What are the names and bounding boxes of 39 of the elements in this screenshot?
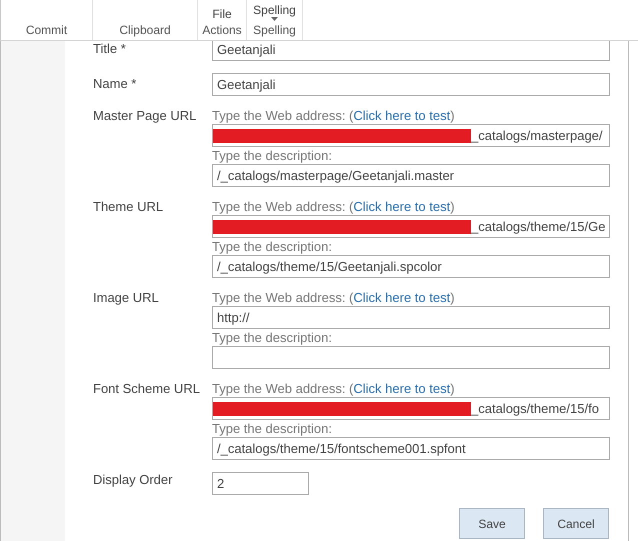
address-hint: Type the Web address: (Click here to test) xyxy=(212,108,456,124)
field-label: Master Page URL xyxy=(93,108,198,125)
address-hint: Type the Web address: (Click here to test) xyxy=(212,290,456,306)
field-label: Font Scheme URL xyxy=(93,381,201,398)
caret-icon xyxy=(270,17,278,21)
test-link[interactable]: Click here to test xyxy=(353,108,450,123)
cancel-button[interactable]: Cancel xyxy=(543,508,609,539)
field-label: Theme URL xyxy=(93,199,164,216)
description-field[interactable]: /_catalogs/masterpage/Geetanjali.master xyxy=(212,164,610,187)
address-hint: Type the Web address: (Click here to test) xyxy=(212,381,456,397)
text-field[interactable]: Geetanjali xyxy=(212,73,610,96)
description-hint: Type the description: xyxy=(212,330,333,346)
description-field[interactable]: /_catalogs/theme/15/Geetanjali.spcolor xyxy=(212,255,610,278)
text-field[interactable]: Geetanjali xyxy=(212,41,610,61)
field-label: Title * xyxy=(93,41,127,58)
test-link[interactable]: Click here to test xyxy=(353,199,450,214)
save-button[interactable]: Save xyxy=(459,508,525,539)
text-field[interactable]: 2 xyxy=(212,472,309,495)
ribbon-button[interactable]: Spelling xyxy=(253,3,296,21)
address-field[interactable]: _catalogs/masterpage/ xyxy=(212,124,610,147)
address-field[interactable]: _catalogs/theme/15/Ge xyxy=(212,215,610,238)
address-field[interactable]: http:// xyxy=(212,306,610,329)
description-field[interactable]: /_catalogs/theme/15/fontscheme001.spfont xyxy=(212,437,610,460)
ribbon-group-label: Actions xyxy=(202,23,242,37)
ribbon-group-label: Spelling xyxy=(253,23,296,37)
field-label: Name * xyxy=(93,75,138,93)
address-field[interactable]: _catalogs/theme/15/fo xyxy=(212,397,610,420)
ribbon-button[interactable]: File xyxy=(212,7,232,21)
ribbon-group-label: Commit xyxy=(26,23,68,37)
description-hint: Type the description: xyxy=(212,148,333,164)
description-field[interactable] xyxy=(212,346,610,369)
description-hint: Type the description: xyxy=(212,421,333,437)
field-label: Display Order xyxy=(93,472,174,489)
ribbon-group-label: Clipboard xyxy=(119,23,171,37)
address-hint: Type the Web address: (Click here to test) xyxy=(212,199,456,215)
description-hint: Type the description: xyxy=(212,239,333,255)
test-link[interactable]: Click here to test xyxy=(353,381,450,396)
field-label: Image URL xyxy=(93,290,160,307)
test-link[interactable]: Click here to test xyxy=(353,290,450,305)
